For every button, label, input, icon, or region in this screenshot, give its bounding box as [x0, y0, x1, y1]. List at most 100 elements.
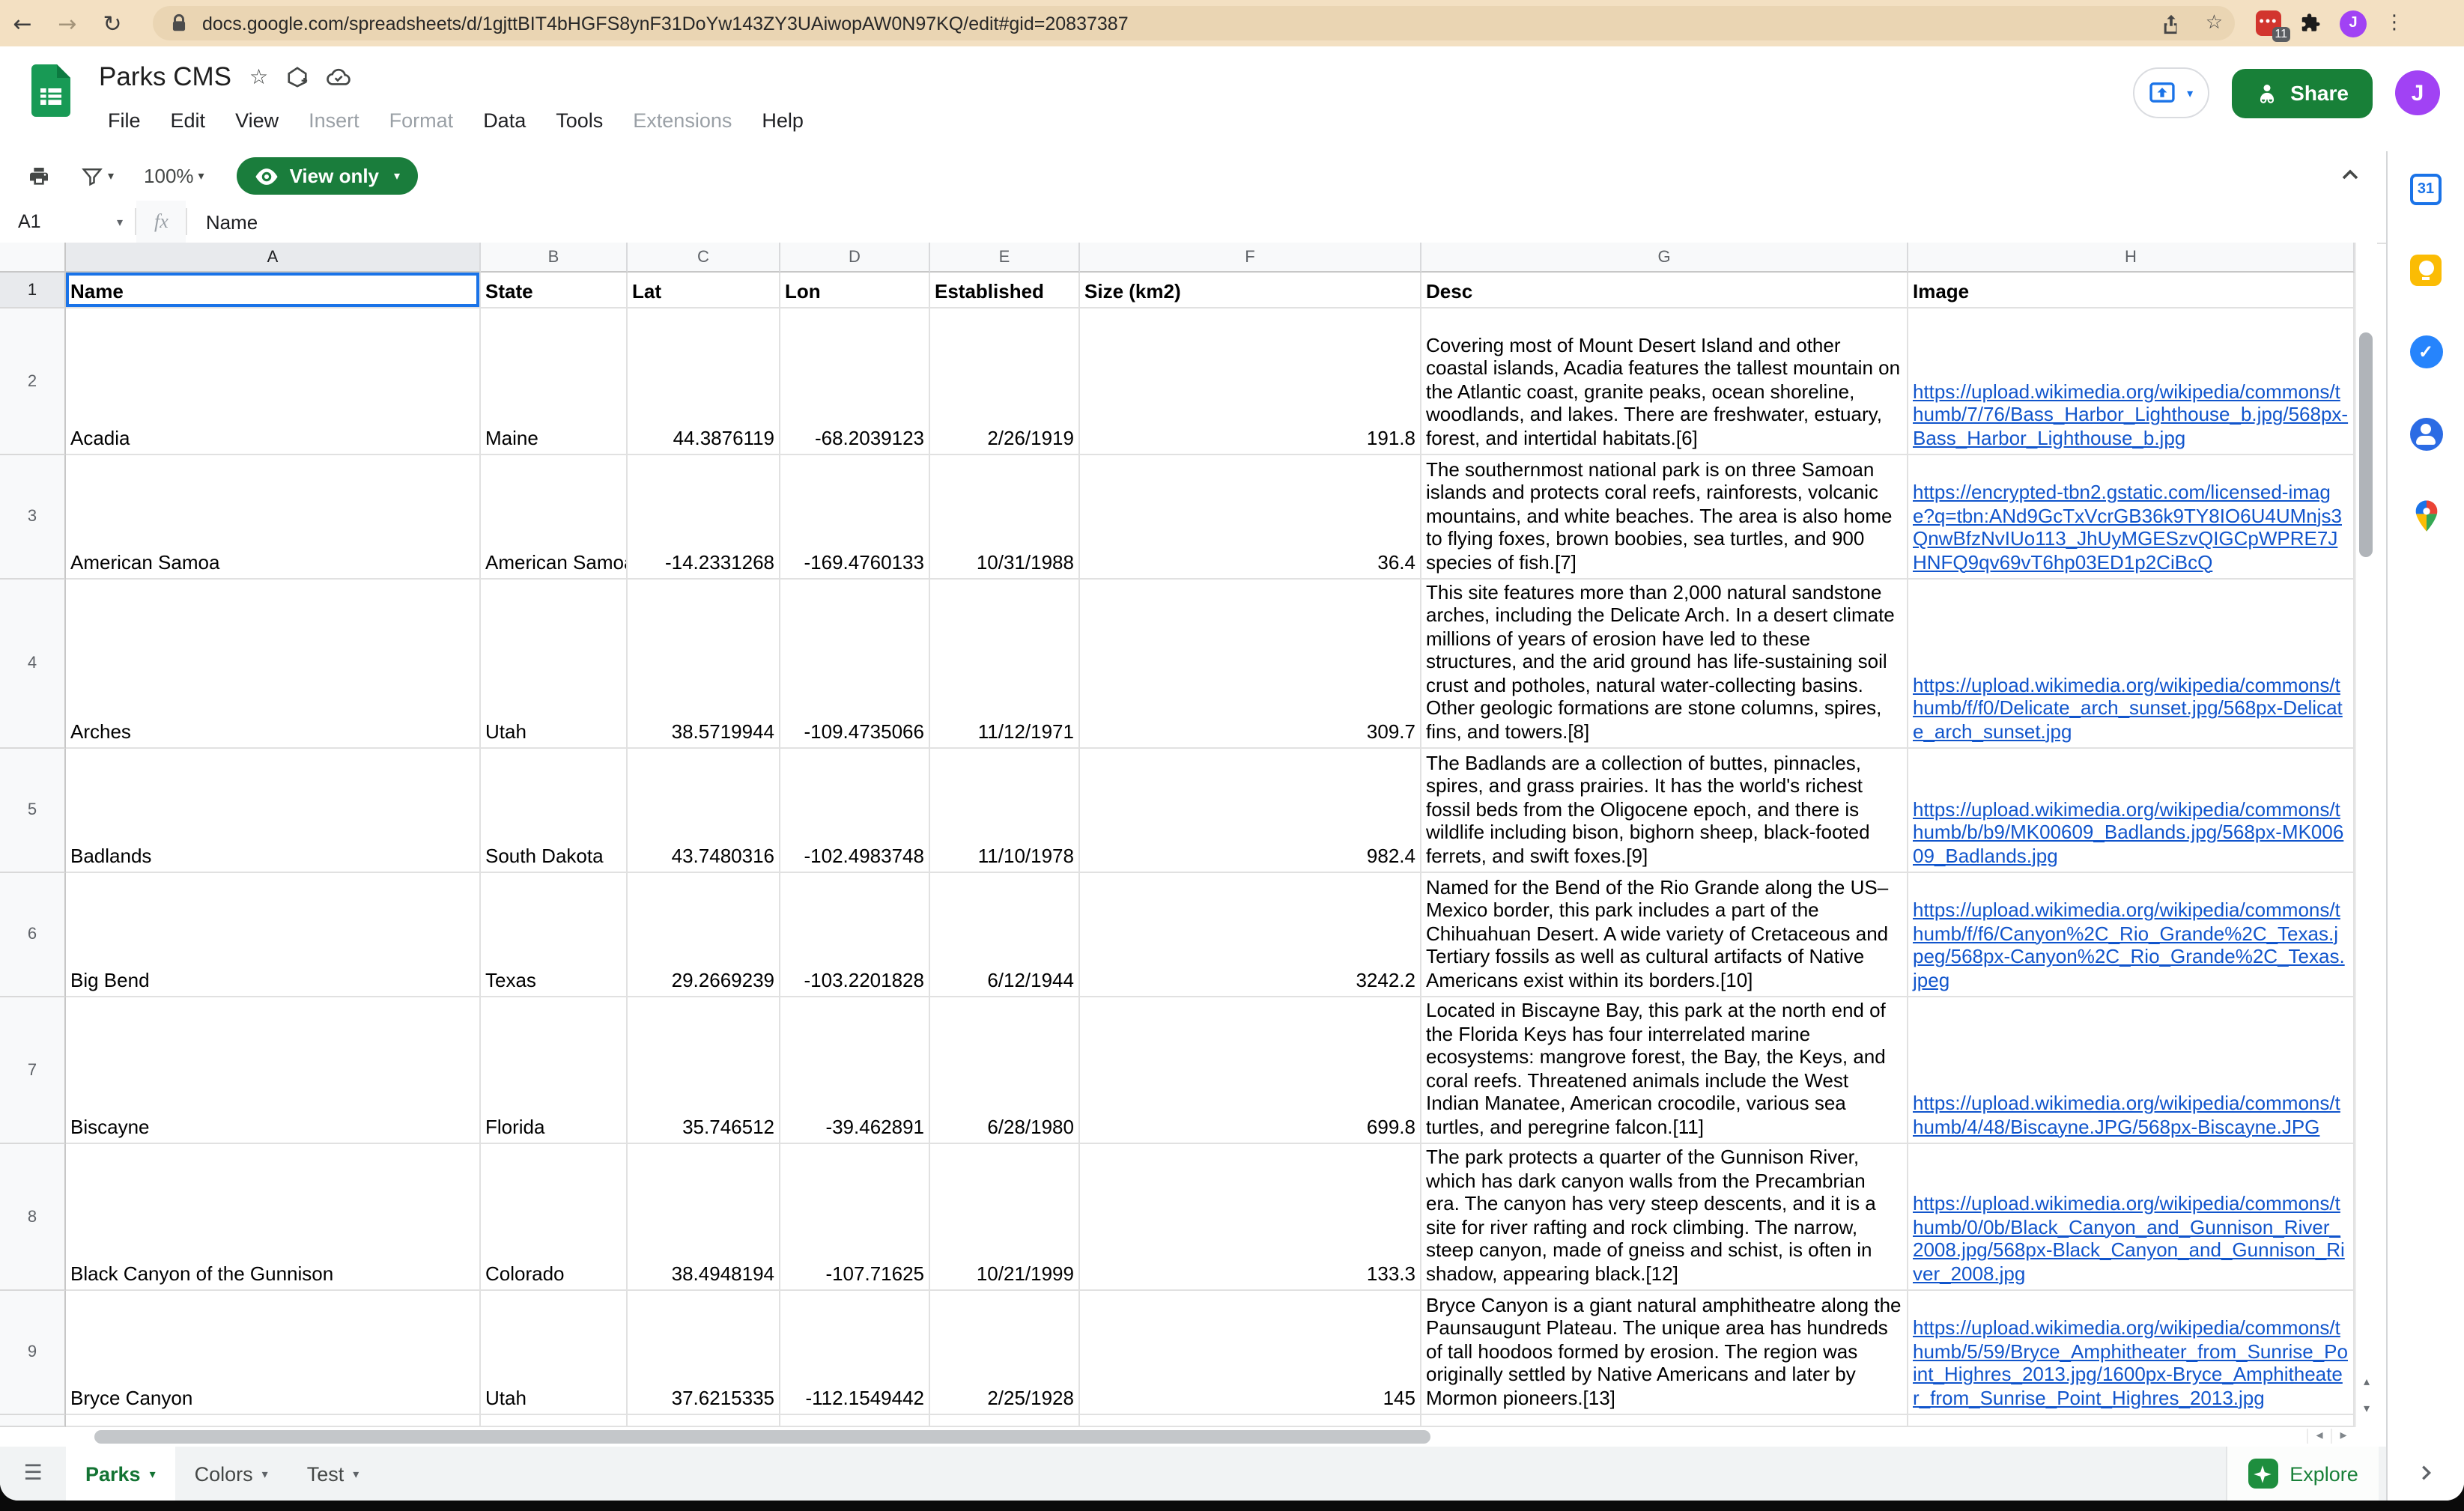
cell-state[interactable]: Utah — [481, 1291, 628, 1415]
cell-lat[interactable]: 37.6215335 — [628, 1291, 780, 1415]
cell-desc[interactable]: The southernmost national park is on thr… — [1421, 455, 1908, 580]
header-cell-size-km2-[interactable]: Size (km2) — [1080, 273, 1421, 308]
cell-name[interactable]: Black Canyon of the Gunnison — [66, 1144, 481, 1291]
scroll-down-icon[interactable]: ▾ — [2356, 1402, 2377, 1415]
column-header-A[interactable]: A — [66, 243, 481, 273]
column-header-H[interactable]: H — [1908, 243, 2355, 273]
cell-lon[interactable]: -109.4735066 — [780, 580, 930, 749]
cell-established[interactable]: 10/21/1999 — [930, 1144, 1080, 1291]
zoom-control[interactable]: 100% ▾ — [144, 165, 204, 187]
image-link[interactable]: https://upload.wikimedia.org/wikipedia/c… — [1913, 899, 2349, 991]
password-extension-icon[interactable]: ••• 11 — [2256, 10, 2281, 36]
filter-icon[interactable]: ▾ — [81, 165, 114, 187]
all-sheets-icon[interactable]: ☰ — [0, 1447, 66, 1501]
cell-established[interactable]: 2/25/1928 — [930, 1291, 1080, 1415]
cell-lat[interactable]: 44.3876119 — [628, 308, 780, 455]
menu-data[interactable]: Data — [474, 106, 535, 135]
explore-button[interactable]: Explore — [2226, 1447, 2379, 1501]
cell-desc[interactable]: Named for the Bend of the Rio Grande alo… — [1421, 873, 1908, 997]
tab-caret-icon[interactable]: ▾ — [262, 1467, 268, 1480]
share-page-icon[interactable] — [2162, 13, 2182, 34]
image-link[interactable]: https://upload.wikimedia.org/wikipedia/c… — [1913, 1192, 2349, 1285]
tab-parks[interactable]: Parks▾ — [66, 1447, 175, 1501]
menu-tools[interactable]: Tools — [547, 106, 612, 135]
cell-state[interactable]: Colorado — [481, 1144, 628, 1291]
share-button[interactable]: Share — [2232, 68, 2373, 118]
column-header-G[interactable]: G — [1421, 243, 1908, 273]
add-shortcut-icon[interactable] — [286, 66, 309, 88]
cell-size[interactable]: 982.4 — [1080, 749, 1421, 873]
row-number[interactable] — [0, 1415, 66, 1427]
cell-name[interactable]: Arches — [66, 580, 481, 749]
cell-desc[interactable]: This site features more than 2,000 natur… — [1421, 580, 1908, 749]
scroll-up-icon[interactable]: ▴ — [2356, 1375, 2377, 1388]
cell-name[interactable]: Biscayne — [66, 997, 481, 1144]
cell-image[interactable]: https://upload.wikimedia.org/wikipedia/c… — [1908, 308, 2355, 455]
tab-caret-icon[interactable]: ▾ — [150, 1467, 156, 1480]
cell-desc[interactable]: Bryce Canyon is a giant natural amphithe… — [1421, 1291, 1908, 1415]
horizontal-scrollbar-thumb[interactable] — [94, 1430, 1430, 1444]
scroll-right-icon[interactable]: ▸ — [2331, 1429, 2355, 1444]
header-cell-lon[interactable]: Lon — [780, 273, 930, 308]
row-number[interactable]: 4 — [0, 580, 66, 749]
empty-cell[interactable] — [481, 1415, 628, 1427]
cell-image[interactable]: https://upload.wikimedia.org/wikipedia/c… — [1908, 749, 2355, 873]
vertical-scrollbar-thumb[interactable] — [2359, 332, 2373, 557]
maps-icon[interactable] — [2412, 500, 2439, 533]
cell-image[interactable]: https://upload.wikimedia.org/wikipedia/c… — [1908, 580, 2355, 749]
name-box[interactable]: A1 — [0, 211, 117, 232]
menu-edit[interactable]: Edit — [162, 106, 215, 135]
cell-name[interactable]: Bryce Canyon — [66, 1291, 481, 1415]
formula-bar-value[interactable]: Name — [206, 210, 258, 233]
row-number[interactable]: 7 — [0, 997, 66, 1144]
menu-help[interactable]: Help — [753, 106, 813, 135]
row-number[interactable]: 1 — [0, 273, 66, 308]
cell-state[interactable]: Maine — [481, 308, 628, 455]
image-link[interactable]: https://upload.wikimedia.org/wikipedia/c… — [1913, 380, 2349, 449]
calendar-icon[interactable]: 31 — [2410, 174, 2442, 205]
header-cell-name[interactable]: Name — [66, 273, 481, 308]
header-cell-lat[interactable]: Lat — [628, 273, 780, 308]
cell-lat[interactable]: 43.7480316 — [628, 749, 780, 873]
cell-size[interactable]: 699.8 — [1080, 997, 1421, 1144]
cell-established[interactable]: 11/12/1971 — [930, 580, 1080, 749]
cell-size[interactable]: 191.8 — [1080, 308, 1421, 455]
select-all-corner[interactable] — [0, 243, 66, 273]
empty-cell[interactable] — [1080, 1415, 1421, 1427]
cell-desc[interactable]: The Badlands are a collection of buttes,… — [1421, 749, 1908, 873]
cell-lon[interactable]: -39.462891 — [780, 997, 930, 1144]
row-number[interactable]: 2 — [0, 308, 66, 455]
cell-lon[interactable]: -103.2201828 — [780, 873, 930, 997]
image-link[interactable]: https://upload.wikimedia.org/wikipedia/c… — [1913, 1092, 2349, 1138]
cell-state[interactable]: Florida — [481, 997, 628, 1144]
extensions-puzzle-icon[interactable] — [2299, 12, 2322, 34]
cell-state[interactable]: Texas — [481, 873, 628, 997]
address-bar[interactable]: docs.google.com/spreadsheets/d/1gjttBIT4… — [153, 6, 2235, 40]
header-cell-state[interactable]: State — [481, 273, 628, 308]
cell-desc[interactable]: The park protects a quarter of the Gunni… — [1421, 1144, 1908, 1291]
tab-caret-icon[interactable]: ▾ — [353, 1467, 359, 1480]
browser-menu-icon[interactable]: ⋮ — [2385, 12, 2404, 34]
header-cell-desc[interactable]: Desc — [1421, 273, 1908, 308]
row-number[interactable]: 8 — [0, 1144, 66, 1291]
print-icon[interactable] — [27, 164, 51, 188]
cell-lon[interactable]: -107.71625 — [780, 1144, 930, 1291]
cell-established[interactable]: 11/10/1978 — [930, 749, 1080, 873]
horizontal-scrollbar[interactable]: ◂ ▸ — [0, 1427, 2355, 1447]
cell-size[interactable]: 3242.2 — [1080, 873, 1421, 997]
row-number[interactable]: 3 — [0, 455, 66, 580]
cell-lon[interactable]: -112.1549442 — [780, 1291, 930, 1415]
vertical-scrollbar[interactable]: ▴ ▾ — [2355, 243, 2377, 1427]
cell-established[interactable]: 6/12/1944 — [930, 873, 1080, 997]
back-icon[interactable]: ← — [0, 10, 45, 37]
empty-cell[interactable] — [780, 1415, 930, 1427]
cell-image[interactable]: https://upload.wikimedia.org/wikipedia/c… — [1908, 997, 2355, 1144]
cell-image[interactable]: https://upload.wikimedia.org/wikipedia/c… — [1908, 873, 2355, 997]
row-number[interactable]: 9 — [0, 1291, 66, 1415]
tab-colors[interactable]: Colors▾ — [175, 1447, 288, 1501]
cell-lat[interactable]: 38.4948194 — [628, 1144, 780, 1291]
header-cell-established[interactable]: Established — [930, 273, 1080, 308]
name-box-caret-icon[interactable]: ▾ — [117, 215, 123, 228]
cell-lon[interactable]: -68.2039123 — [780, 308, 930, 455]
document-title[interactable]: Parks CMS — [99, 61, 231, 93]
